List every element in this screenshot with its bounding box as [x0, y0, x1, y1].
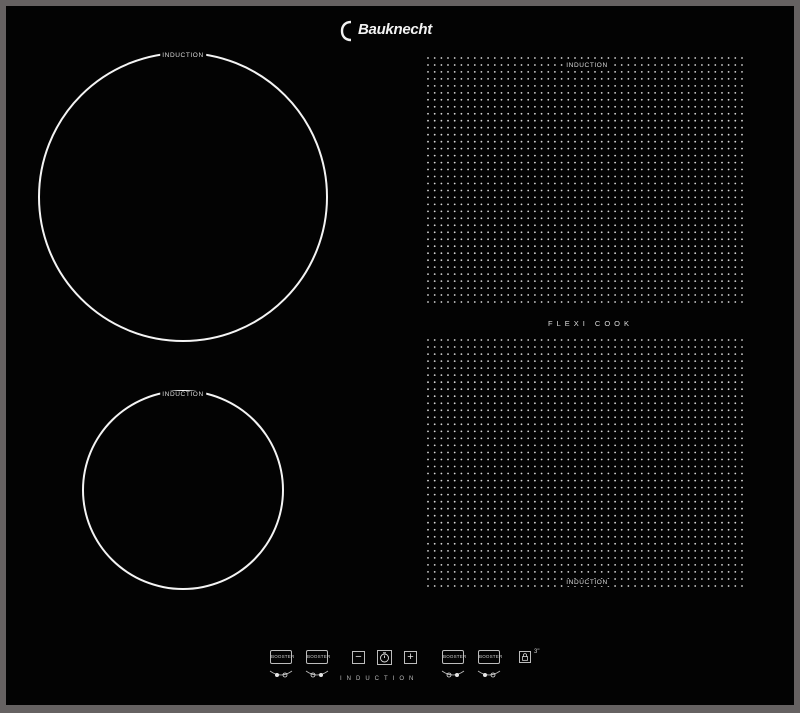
brand-name: Bauknecht — [358, 21, 432, 38]
brand-logo: Bauknecht — [340, 18, 432, 44]
booster-button-4[interactable]: BOOSTER — [478, 650, 502, 664]
booster-button-1[interactable]: BOOSTER — [270, 650, 294, 664]
flexi-top-label: INDUCTION — [563, 62, 611, 69]
cooking-zone-large — [38, 52, 328, 342]
power-plus-button[interactable]: + — [404, 651, 417, 664]
flexi-cook-label: FLEXI COOK — [548, 319, 634, 328]
zone-selector-1-icon[interactable] — [268, 669, 294, 679]
zone-small-label: INDUCTION — [160, 391, 206, 398]
cooking-zone-small — [82, 390, 284, 590]
zone-selector-2-icon[interactable] — [304, 669, 330, 679]
lock-hold-seconds: 3" — [534, 649, 540, 655]
child-lock-icon[interactable] — [519, 651, 531, 663]
flexi-bottom-label: INDUCTION — [563, 579, 611, 586]
control-strip-label: INDUCTION — [340, 676, 419, 682]
power-minus-button[interactable]: − — [352, 651, 365, 664]
timer-icon[interactable] — [377, 650, 392, 665]
brand-mark-icon — [340, 20, 352, 42]
zone-selector-3-icon[interactable] — [440, 669, 466, 679]
zone-large-label: INDUCTION — [160, 52, 206, 59]
zone-selector-4-icon[interactable] — [476, 669, 502, 679]
booster-button-3[interactable]: BOOSTER — [442, 650, 466, 664]
booster-button-2[interactable]: BOOSTER — [306, 650, 330, 664]
